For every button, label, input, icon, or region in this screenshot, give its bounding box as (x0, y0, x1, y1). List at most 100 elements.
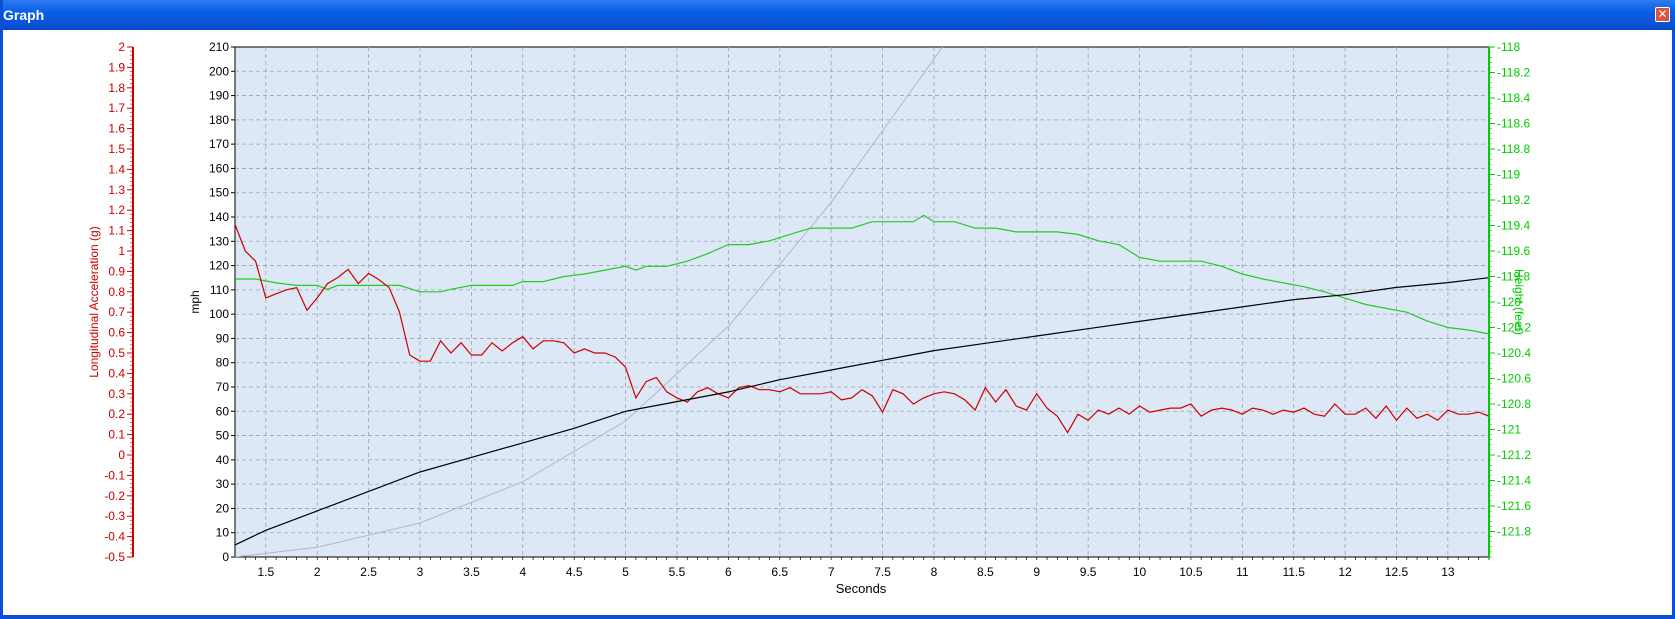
chart: 1.5 2 2.5 3 3.5 4 4.5 5 5.5 6 6.5 7 7.5 8 8.5 9 9.5 10 10.… (87, 40, 1531, 596)
x-tick-label: 6.5 (771, 565, 788, 579)
acceleration-tick-label: 1.7 (108, 101, 125, 115)
mph-tick-label: 10 (216, 526, 230, 540)
x-tick-label: 5 (622, 565, 629, 579)
acceleration-tick-label: 1 (118, 244, 125, 258)
mph-tick-label: 160 (209, 161, 229, 175)
acceleration-tick-label: -0.1 (104, 468, 125, 482)
acceleration-tick-label: 1.5 (108, 142, 125, 156)
mph-tick-label: 70 (216, 380, 230, 394)
x-tick-label: 7.5 (874, 565, 891, 579)
height-tick-label: -118.6 (1497, 117, 1530, 131)
acceleration-tick-label: 0 (118, 448, 125, 462)
mph-tick-label: 120 (209, 259, 229, 273)
acceleration-tick-label: -0.4 (104, 530, 125, 544)
x-tick-label: 3.5 (463, 565, 480, 579)
x-tick-label: 3 (417, 565, 424, 579)
x-axis: 1.5 2 2.5 3 3.5 4 4.5 5 5.5 6 6.5 7 7.5 8 8.5 9 9.5 10 10.… (244, 557, 1490, 579)
mph-tick-label: 110 (210, 283, 229, 297)
mph-tick-label: 90 (216, 331, 230, 345)
acceleration-axis-label: Longitudinal Acceleration (g) (87, 226, 101, 377)
mph-tick-label: 100 (209, 307, 229, 321)
x-tick-label: 6 (725, 565, 732, 579)
height-tick-label: -118.2 (1497, 66, 1530, 80)
acceleration-tick-label: 1.3 (108, 183, 125, 197)
x-tick-label: 2.5 (360, 565, 377, 579)
mph-tick-label: 210 (209, 40, 229, 54)
x-axis-label: Seconds (836, 581, 887, 596)
height-tick-label: -118 (1497, 40, 1520, 54)
mph-tick-label: 40 (216, 453, 230, 467)
acceleration-tick-label: 0.5 (108, 346, 125, 360)
height-tick-label: -120.8 (1497, 397, 1531, 411)
mph-tick-label: 170 (209, 137, 229, 151)
acceleration-tick-label: 0.4 (108, 366, 125, 380)
acceleration-tick-label: 0.1 (108, 428, 125, 442)
acceleration-tick-label: 1.2 (108, 203, 125, 217)
height-tick-label: -121.4 (1497, 474, 1531, 488)
x-tick-label: 4 (519, 565, 526, 579)
mph-tick-label: 140 (209, 210, 229, 224)
mph-axis-label: mph (188, 290, 202, 313)
title-bar[interactable]: Graph ✕ (3, 0, 1675, 30)
x-tick-label: 8 (931, 565, 938, 579)
acceleration-tick-label: -0.2 (104, 489, 125, 503)
height-axis-label: Height (feet) (1512, 269, 1526, 335)
mph-tick-label: 200 (209, 64, 229, 78)
mph-tick-label: 30 (216, 477, 230, 491)
height-tick-label: -119.2 (1497, 193, 1530, 207)
acceleration-tick-label: 1.1 (108, 224, 125, 238)
acceleration-tick-label: 0.7 (108, 305, 125, 319)
acceleration-tick-label: 1.4 (108, 162, 125, 176)
mph-tick-label: 0 (222, 550, 229, 564)
x-tick-label: 1.5 (257, 565, 274, 579)
acceleration-tick-label: 2 (118, 40, 125, 54)
height-tick-label: -119.4 (1497, 219, 1530, 233)
mph-tick-label: 180 (209, 113, 229, 127)
x-tick-label: 8.5 (977, 565, 994, 579)
x-tick-label: 11 (1236, 565, 1249, 579)
acceleration-axis: -0.5 -0.4 -0.3 -0.2 -0.1 0 0.1 0.2 0.3 0.4 0.5 0.6 0… (104, 40, 134, 564)
mph-axis: 0 10 20 30 40 50 60 70 80 90 100 110 120 130 140 150 160… (209, 40, 235, 564)
mph-tick-label: 80 (216, 356, 230, 370)
x-tick-label: 13 (1441, 565, 1455, 579)
height-tick-label: -121.2 (1497, 448, 1531, 462)
height-tick-label: -120.4 (1497, 346, 1531, 360)
height-tick-label: -119.6 (1497, 244, 1530, 258)
mph-tick-label: 20 (216, 501, 230, 515)
acceleration-tick-label: 0.9 (108, 264, 125, 278)
mph-tick-label: 150 (209, 186, 229, 200)
acceleration-tick-label: 0.2 (108, 407, 125, 421)
plot-area (234, 46, 1490, 558)
acceleration-tick-label: 1.6 (108, 122, 125, 136)
mph-tick-label: 60 (216, 404, 230, 418)
height-tick-label: -121.8 (1497, 525, 1531, 539)
window-title: Graph (3, 7, 45, 23)
graph-window: Graph ✕ 1.5 2 2.5 3 3.5 4 4.5 5 5.5 6 6.5 7 7.5 8 8.5 9… (0, 0, 1675, 619)
height-tick-label: -118.4 (1497, 91, 1530, 105)
x-tick-label: 12.5 (1385, 565, 1409, 579)
acceleration-tick-label: -0.5 (104, 550, 125, 564)
mph-tick-label: 50 (216, 429, 230, 443)
x-tick-label: 9 (1033, 565, 1040, 579)
mph-tick-label: 130 (209, 234, 229, 248)
height-tick-label: -118.8 (1497, 142, 1530, 156)
x-tick-label: 10 (1133, 565, 1147, 579)
height-tick-label: -120.6 (1497, 372, 1531, 386)
x-tick-label: 10.5 (1179, 565, 1203, 579)
x-tick-label: 11.5 (1282, 565, 1305, 579)
x-tick-label: 7 (828, 565, 835, 579)
close-icon[interactable]: ✕ (1655, 7, 1670, 22)
acceleration-tick-label: 0.8 (108, 285, 125, 299)
mph-tick-label: 190 (209, 89, 229, 103)
acceleration-tick-label: 0.6 (108, 326, 125, 340)
x-tick-label: 4.5 (566, 565, 583, 579)
x-tick-label: 12 (1338, 565, 1352, 579)
acceleration-tick-label: 1.9 (108, 60, 125, 74)
acceleration-tick-label: 1.8 (108, 81, 125, 95)
x-tick-label: 2 (314, 565, 321, 579)
acceleration-tick-label: -0.3 (104, 509, 125, 523)
x-tick-label: 5.5 (669, 565, 686, 579)
x-tick-label: 9.5 (1080, 565, 1097, 579)
height-tick-label: -121.6 (1497, 499, 1531, 513)
acceleration-tick-label: 0.3 (108, 387, 125, 401)
